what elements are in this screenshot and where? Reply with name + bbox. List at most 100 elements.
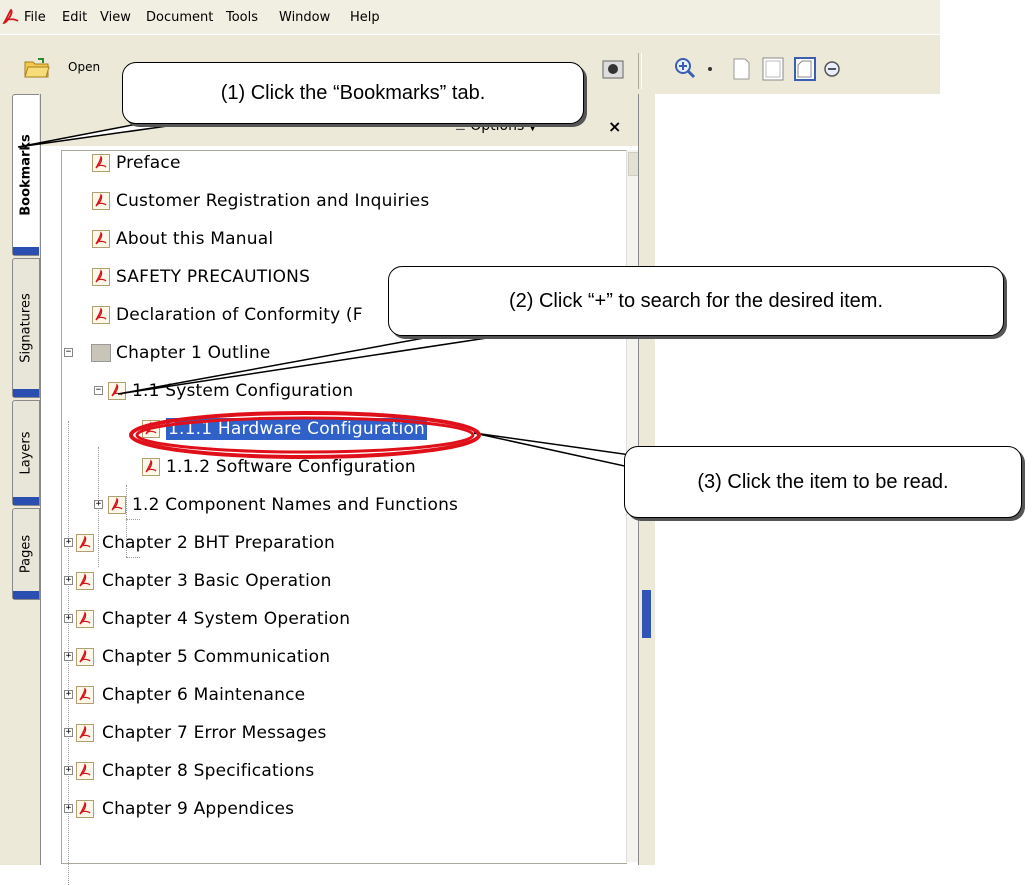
close-icon[interactable]: × [608, 117, 621, 136]
menu-document[interactable]: Document [146, 10, 213, 25]
callout-step-2: (2) Click “+” to search for the desired … [388, 266, 1004, 336]
callout-text: (1) Click the “Bookmarks” tab. [220, 82, 486, 104]
acrobat-logo-icon [2, 8, 19, 24]
open-button[interactable]: Open [22, 55, 122, 83]
list-item[interactable]: − 1.1 System Configuration [94, 380, 612, 402]
tab-layers[interactable]: Layers [12, 400, 40, 506]
bookmark-label: Chapter 3 Basic Operation [102, 571, 332, 591]
pdf-bookmark-icon [142, 458, 160, 476]
toolbar-separator [638, 53, 642, 89]
fit-width-icon[interactable] [792, 55, 818, 83]
callout-text: (3) Click the item to be read. [697, 471, 949, 493]
list-item[interactable]: About this Manual [92, 228, 612, 250]
menu-bar: File Edit View Document Tools Window Hel… [0, 0, 940, 34]
list-item[interactable]: + Chapter 5 Communication [64, 646, 612, 668]
menu-view[interactable]: View [100, 10, 131, 25]
bookmark-label: 1.2 Component Names and Functions [132, 495, 459, 515]
tree-connector [126, 557, 140, 558]
bookmark-label: 1.1.2 Software Configuration [166, 457, 416, 477]
chapter-folder-icon [91, 344, 111, 362]
expand-icon[interactable]: + [94, 500, 103, 509]
tab-pages[interactable]: Pages [12, 508, 40, 600]
list-item[interactable]: + Chapter 4 System Operation [64, 608, 612, 630]
callout-text: (2) Click “+” to search for the desired … [508, 290, 883, 312]
menu-file[interactable]: File [24, 10, 46, 25]
snapshot-icon[interactable] [600, 55, 626, 83]
pdf-bookmark-icon [76, 800, 94, 818]
pdf-bookmark-icon [76, 686, 94, 704]
pdf-bookmark-icon [108, 496, 126, 514]
pdf-bookmark-icon [76, 648, 94, 666]
bookmark-label: Chapter 1 Outline [116, 343, 271, 363]
expand-icon[interactable]: + [64, 538, 73, 547]
bookmark-label: Chapter 7 Error Messages [102, 723, 327, 743]
menu-help[interactable]: Help [350, 10, 380, 25]
tab-grip-icon [13, 247, 39, 255]
callout-step-3: (3) Click the item to be read. [624, 446, 1022, 518]
fit-page-icon[interactable] [760, 55, 786, 83]
bookmark-label: SAFETY PRECAUTIONS [116, 267, 311, 287]
zoom-dropdown-icon[interactable] [704, 55, 730, 83]
zoom-out-icon[interactable] [822, 55, 848, 83]
list-item-selected[interactable]: 1.1.1 Hardware Configuration [142, 417, 612, 441]
list-item[interactable]: + 1.2 Component Names and Functions [94, 494, 612, 516]
expand-icon[interactable]: + [64, 690, 73, 699]
actual-size-icon[interactable] [728, 55, 754, 83]
navigation-tabs: Bookmarks Signatures Layers Pages [0, 94, 40, 865]
bookmark-label: Chapter 2 BHT Preparation [102, 533, 336, 553]
bookmark-label: Chapter 4 System Operation [102, 609, 351, 629]
expand-icon[interactable]: + [64, 614, 73, 623]
pdf-bookmark-icon [92, 192, 110, 210]
list-item[interactable]: 1.1.2 Software Configuration [142, 456, 612, 478]
bookmark-tree: Preface Customer Registration and Inquir… [61, 150, 627, 885]
list-item[interactable]: + Chapter 7 Error Messages [64, 722, 612, 744]
open-folder-icon [24, 58, 50, 78]
bookmark-label: 1.1.1 Hardware Configuration [164, 417, 429, 441]
list-item[interactable]: + Chapter 9 Appendices [64, 798, 612, 820]
bookmark-label: Chapter 9 Appendices [102, 799, 295, 819]
tab-layers-label: Layers [18, 431, 34, 475]
pdf-bookmark-icon [76, 534, 94, 552]
list-item[interactable]: Preface [92, 152, 612, 174]
tree-connector [126, 519, 140, 520]
pdf-bookmark-icon [92, 230, 110, 248]
expand-icon[interactable]: + [64, 766, 73, 775]
splitter-grip-icon[interactable] [642, 590, 651, 638]
callout-step-1: (1) Click the “Bookmarks” tab. [122, 62, 584, 124]
expand-icon[interactable]: + [64, 576, 73, 585]
list-item[interactable]: + Chapter 2 BHT Preparation [64, 532, 612, 554]
pdf-bookmark-icon [92, 154, 110, 172]
menu-edit[interactable]: Edit [62, 10, 87, 25]
menu-tools[interactable]: Tools [226, 10, 258, 25]
list-item[interactable]: Customer Registration and Inquiries [92, 190, 612, 212]
pdf-bookmark-icon [76, 572, 94, 590]
list-item[interactable]: + Chapter 8 Specifications [64, 760, 612, 782]
tab-bookmarks[interactable]: Bookmarks [12, 94, 39, 256]
bookmark-label: Preface [116, 153, 181, 173]
bookmark-label: About this Manual [116, 229, 274, 249]
list-item[interactable]: − Chapter 1 Outline [64, 342, 612, 364]
list-item[interactable]: + Chapter 3 Basic Operation [64, 570, 612, 592]
pdf-bookmark-icon [92, 268, 110, 286]
tab-signatures[interactable]: Signatures [12, 258, 40, 398]
expand-icon[interactable]: + [64, 652, 73, 661]
pdf-bookmark-icon [76, 610, 94, 628]
collapse-icon[interactable]: − [64, 348, 73, 357]
collapse-icon[interactable]: − [94, 386, 103, 395]
pdf-bookmark-icon [108, 382, 126, 400]
bookmark-label: Declaration of Conformity (F [116, 305, 363, 325]
expand-icon[interactable]: + [64, 804, 73, 813]
bookmark-label: Customer Registration and Inquiries [116, 191, 430, 211]
tab-grip-icon [13, 389, 39, 397]
tab-bookmarks-label: Bookmarks [18, 134, 34, 216]
expand-icon[interactable]: + [64, 728, 73, 737]
bookmark-label: 1.1 System Configuration [132, 381, 354, 401]
menu-window[interactable]: Window [279, 10, 330, 25]
open-button-label: Open [68, 60, 101, 74]
bookmark-label: Chapter 8 Specifications [102, 761, 315, 781]
list-item[interactable]: + Chapter 6 Maintenance [64, 684, 612, 706]
bookmarks-panel: ☰ Options ▼ × Preface Customer Registrat… [40, 94, 641, 885]
zoom-in-icon[interactable] [672, 55, 698, 83]
tab-grip-icon [13, 497, 39, 505]
pdf-bookmark-icon [76, 724, 94, 742]
